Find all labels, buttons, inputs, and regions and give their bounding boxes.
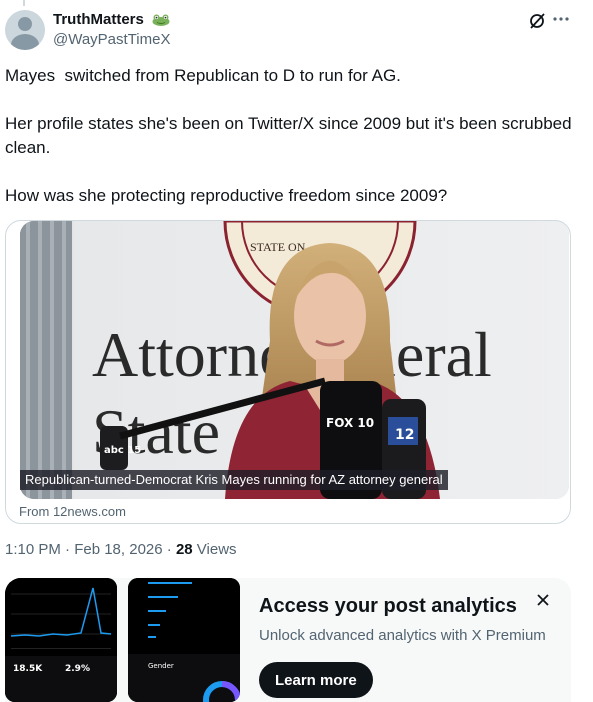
- author-display-name[interactable]: TruthMatters: [53, 11, 144, 28]
- post-metadata: 1:10 PM · Feb 18, 2026 · 28 Views: [5, 541, 237, 558]
- views-count: 28: [175, 541, 193, 558]
- photo-caption: Republican-turned-Democrat Kris Mayes ru…: [20, 470, 448, 490]
- close-icon[interactable]: [535, 592, 551, 608]
- preview-stat-impressions: 18.5K: [13, 664, 43, 674]
- seal-text: STATE ON: [250, 240, 306, 254]
- tweet-paragraph: Her profile states she's been on Twitter…: [5, 114, 577, 157]
- news-photo[interactable]: STATE ON Attorne eneral State ona abc 15…: [20, 221, 569, 499]
- analytics-preview-chart: [5, 578, 117, 702]
- premium-analytics-promo: 18.5K 2.9% Gender Access your post analy…: [5, 578, 571, 702]
- tweet-paragraph: Mayes switched from Republican to D to r…: [5, 66, 401, 85]
- link-media-card[interactable]: STATE ON Attorne eneral State ona abc 15…: [5, 220, 571, 524]
- author-handle[interactable]: @WayPastTimeX: [53, 31, 170, 48]
- author-names: TruthMatters @WayPastTimeX: [53, 11, 170, 48]
- preview-stat-engagement: 2.9%: [65, 664, 90, 674]
- views-label: Views: [192, 541, 237, 558]
- tweet-text: Mayes switched from Republican to D to r…: [5, 64, 575, 232]
- link-source[interactable]: From 12news.com: [19, 504, 126, 519]
- analytics-preview-phone: 18.5K 2.9%: [5, 578, 117, 702]
- learn-more-button[interactable]: Learn more: [259, 662, 373, 698]
- news-photo-scene: STATE ON Attorne eneral State ona abc 15…: [20, 221, 569, 499]
- tweet-paragraph: How was she protecting reproductive free…: [5, 186, 448, 205]
- analytics-preview-phone: Gender: [128, 578, 240, 702]
- frog-emoji-icon: [152, 14, 170, 26]
- analytics-preview-bars: [128, 578, 240, 702]
- post-header: TruthMatters @WayPastTimeX: [5, 8, 588, 52]
- promo-title: Access your post analytics: [259, 595, 517, 617]
- thread-connector-line: [23, 0, 25, 6]
- promo-subtitle: Unlock advanced analytics with X Premium: [259, 627, 546, 644]
- preview-section-title: Gender: [148, 662, 174, 670]
- avatar[interactable]: [5, 10, 45, 50]
- grok-icon[interactable]: [528, 12, 546, 30]
- post-timestamp[interactable]: 1:10 PM · Feb 18, 2026 ·: [5, 541, 176, 558]
- mic-flag-label: FOX 10: [326, 416, 374, 430]
- more-horizontal-icon[interactable]: [552, 10, 570, 28]
- mic-flag-label: abc 15: [104, 445, 141, 456]
- mic-flag-label: 12: [395, 427, 414, 443]
